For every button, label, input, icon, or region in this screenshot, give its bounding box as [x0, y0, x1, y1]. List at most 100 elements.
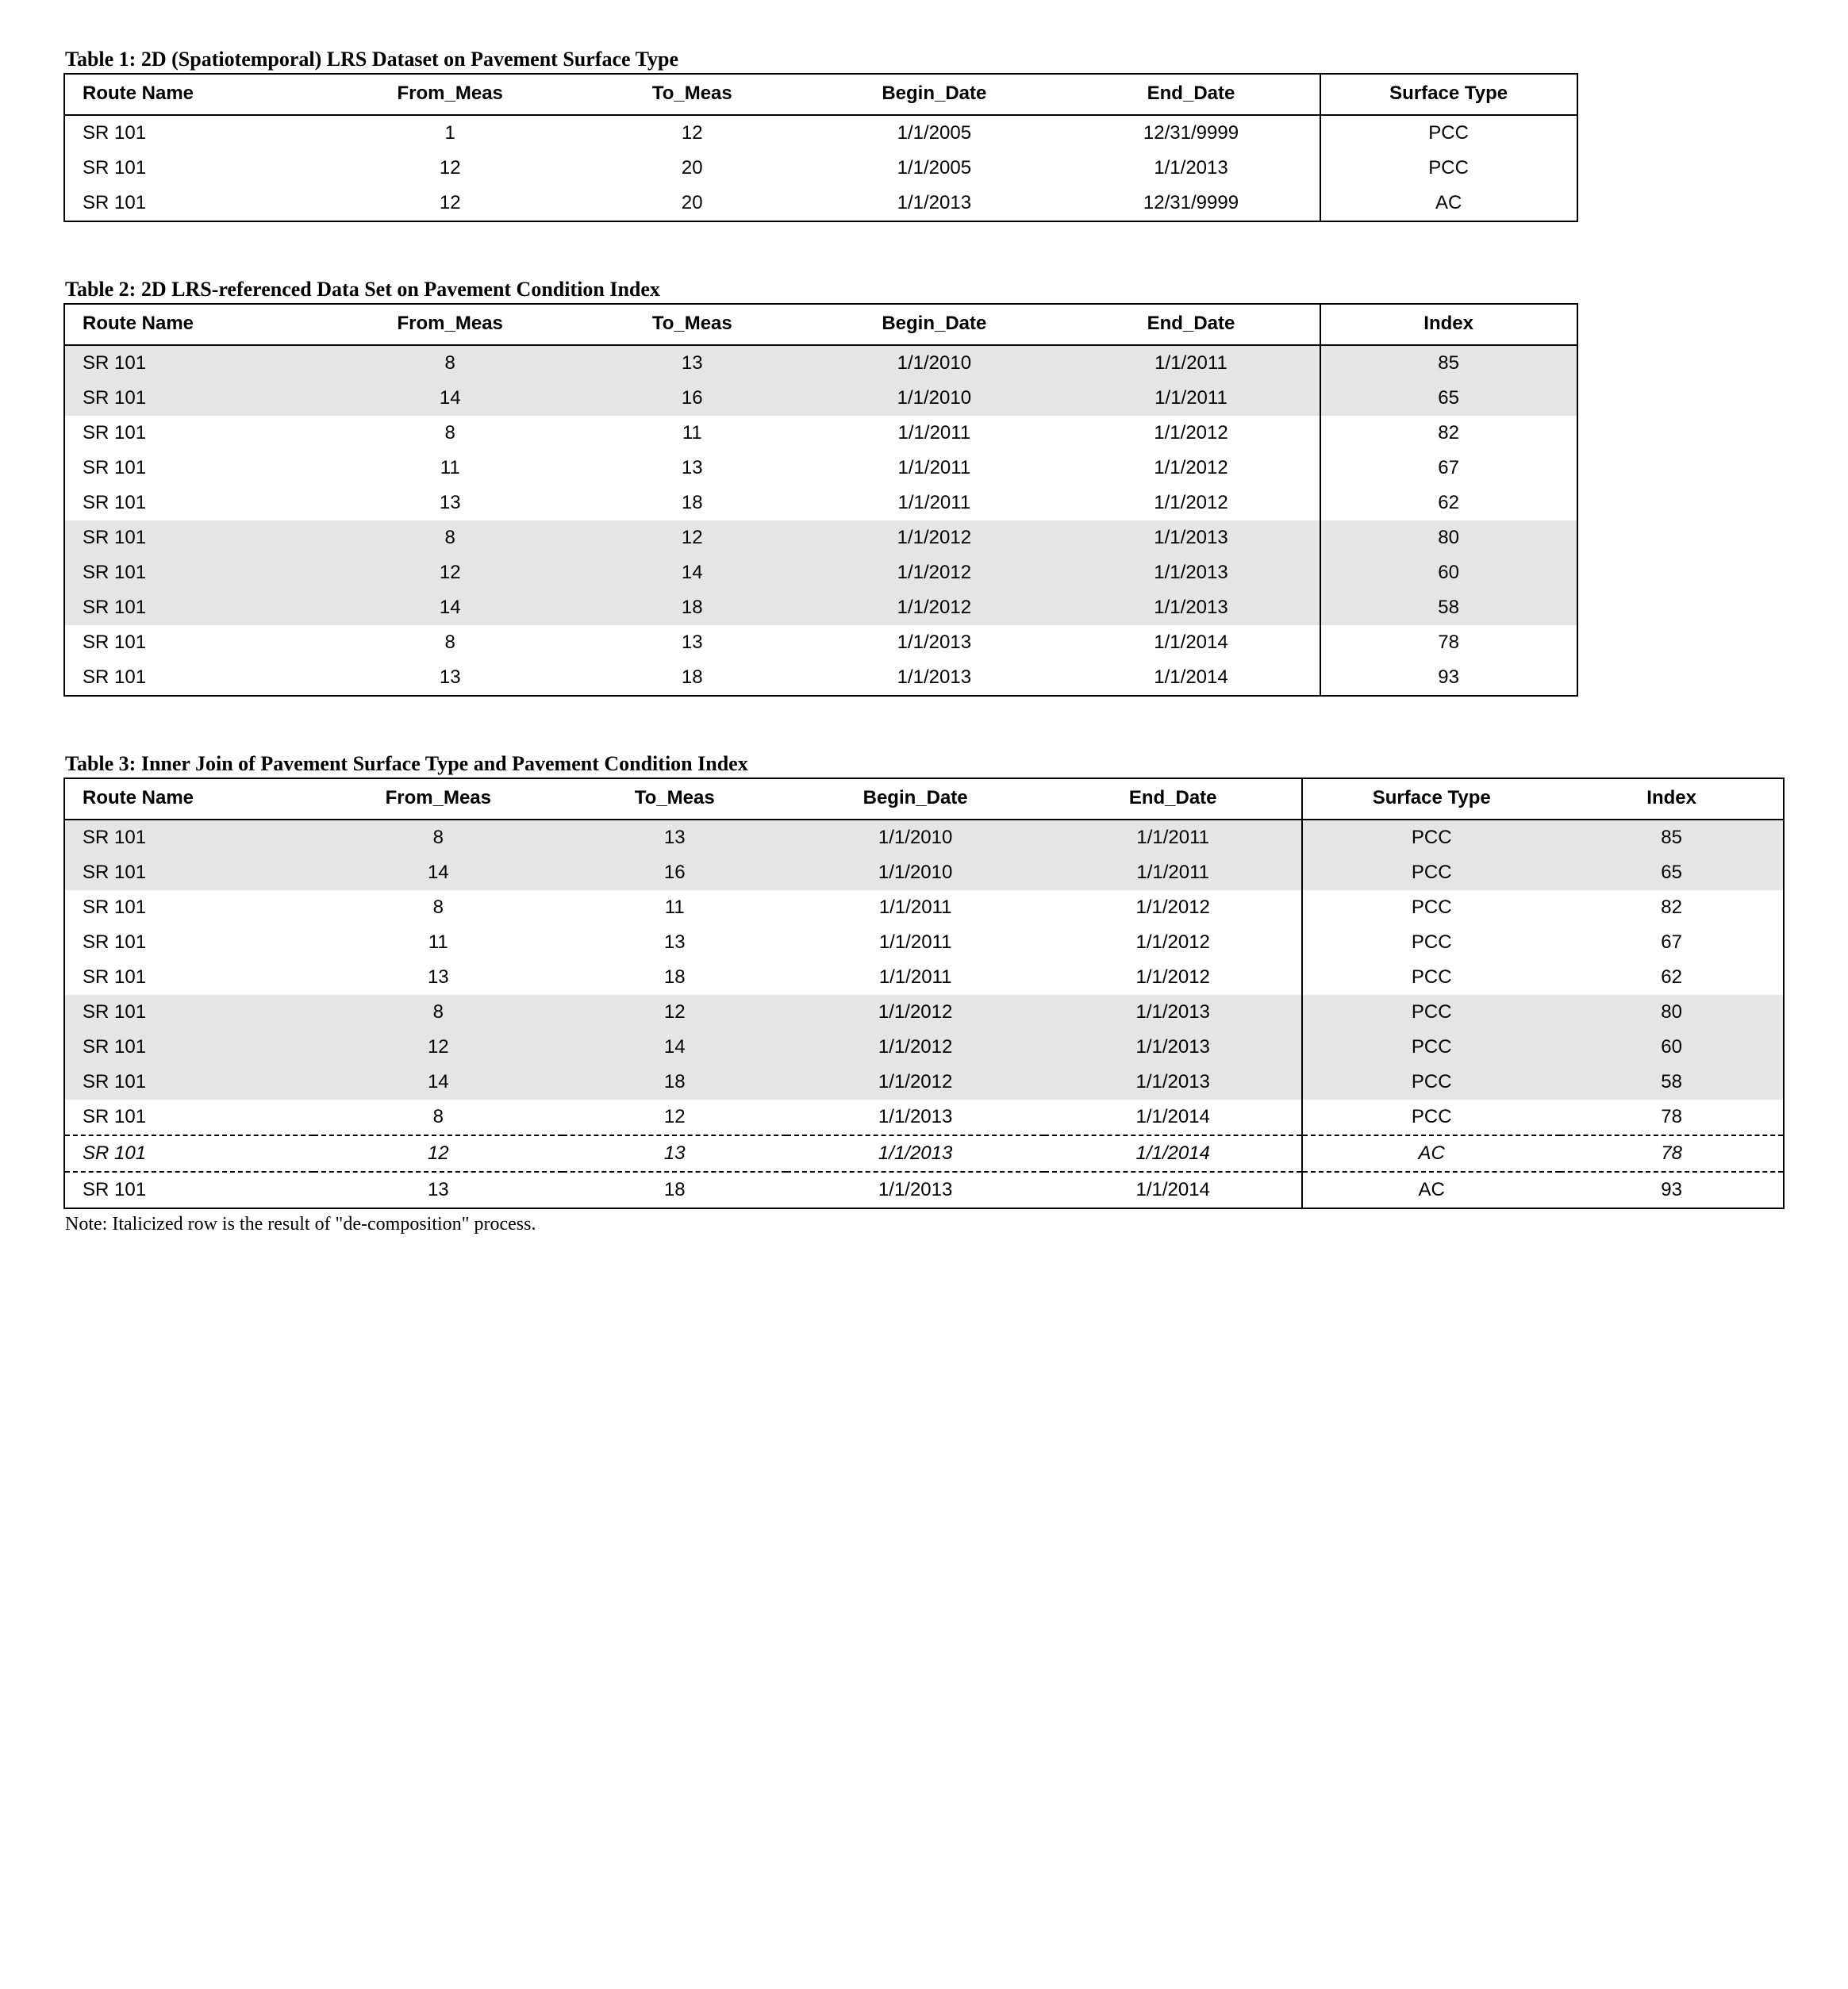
cell: 67: [1560, 925, 1784, 960]
cell: 8: [313, 995, 563, 1030]
cell: PCC: [1302, 890, 1560, 925]
cell: 18: [563, 960, 786, 995]
cell: 1: [321, 115, 578, 151]
cell: 18: [563, 1065, 786, 1100]
table2-block: Table 2: 2D LRS-referenced Data Set on P…: [63, 278, 1785, 697]
cell: SR 101: [64, 1065, 313, 1100]
cell: SR 101: [64, 1030, 313, 1065]
table3: Route Name From_Meas To_Meas Begin_Date …: [63, 778, 1785, 1209]
cell: 1/1/2005: [805, 115, 1062, 151]
cell: 1/1/2005: [805, 151, 1062, 186]
col-end: End_Date: [1044, 778, 1302, 820]
cell: 12/31/9999: [1062, 115, 1320, 151]
cell: 11: [563, 890, 786, 925]
col-from: From_Meas: [313, 778, 563, 820]
cell: 8: [321, 416, 578, 451]
table-row: SR 10111131/1/20111/1/201267: [64, 451, 1577, 486]
col-route: Route Name: [64, 74, 321, 115]
cell: SR 101: [64, 381, 321, 416]
cell: AC: [1302, 1172, 1560, 1208]
cell: 1/1/2014: [1062, 660, 1320, 696]
cell: 78: [1560, 1100, 1784, 1135]
table-row: SR 10113181/1/20131/1/201493: [64, 660, 1577, 696]
cell: 18: [578, 590, 805, 625]
cell: 11: [321, 451, 578, 486]
cell: 12: [563, 995, 786, 1030]
cell: SR 101: [64, 890, 313, 925]
cell: SR 101: [64, 416, 321, 451]
table1: Route Name From_Meas To_Meas Begin_Date …: [63, 73, 1578, 222]
cell: SR 101: [64, 660, 321, 696]
cell: 12: [321, 186, 578, 221]
cell: 1/1/2013: [805, 625, 1062, 660]
cell: 1/1/2012: [1044, 960, 1302, 995]
cell: 1/1/2011: [786, 890, 1044, 925]
cell: SR 101: [64, 151, 321, 186]
cell: 8: [321, 625, 578, 660]
cell: 1/1/2012: [1062, 416, 1320, 451]
col-to: To_Meas: [578, 74, 805, 115]
table-row: SR 10114181/1/20121/1/2013PCC58: [64, 1065, 1784, 1100]
cell: 18: [578, 486, 805, 520]
cell: 13: [313, 1172, 563, 1208]
cell: 18: [563, 1172, 786, 1208]
cell: 85: [1560, 820, 1784, 855]
cell: 1/1/2012: [805, 555, 1062, 590]
table-row: SR 10113181/1/20111/1/2012PCC62: [64, 960, 1784, 995]
cell: SR 101: [64, 1135, 313, 1172]
cell: 1/1/2011: [1062, 345, 1320, 381]
cell: 1/1/2011: [805, 416, 1062, 451]
col-index: Index: [1320, 304, 1577, 345]
cell: 62: [1560, 960, 1784, 995]
cell: 13: [578, 451, 805, 486]
cell: 1/1/2014: [1044, 1100, 1302, 1135]
cell: 1/1/2011: [805, 486, 1062, 520]
cell: 1/1/2013: [1062, 590, 1320, 625]
table3-caption: Table 3: Inner Join of Pavement Surface …: [63, 752, 1785, 776]
cell: 1/1/2013: [1062, 151, 1320, 186]
cell: SR 101: [64, 115, 321, 151]
table2-caption: Table 2: 2D LRS-referenced Data Set on P…: [63, 278, 1785, 301]
cell: 14: [578, 555, 805, 590]
cell: 14: [313, 855, 563, 890]
table-row: SR 1018131/1/20101/1/2011PCC85: [64, 820, 1784, 855]
cell: 11: [578, 416, 805, 451]
table1-caption: Table 1: 2D (Spatiotemporal) LRS Dataset…: [63, 48, 1785, 71]
table3-block: Table 3: Inner Join of Pavement Surface …: [63, 752, 1785, 1235]
cell: PCC: [1302, 820, 1560, 855]
cell: 1/1/2013: [1062, 555, 1320, 590]
cell: 1/1/2010: [805, 345, 1062, 381]
cell: 20: [578, 186, 805, 221]
col-from: From_Meas: [321, 304, 578, 345]
cell: 13: [578, 345, 805, 381]
cell: 8: [321, 345, 578, 381]
col-begin: Begin_Date: [786, 778, 1044, 820]
cell: 65: [1560, 855, 1784, 890]
cell: 14: [321, 381, 578, 416]
table-row: SR 1018131/1/20131/1/201478: [64, 625, 1577, 660]
cell: 8: [313, 820, 563, 855]
cell: 78: [1560, 1135, 1784, 1172]
cell: PCC: [1302, 855, 1560, 890]
cell: 16: [578, 381, 805, 416]
cell: 1/1/2012: [786, 995, 1044, 1030]
table-row: SR 10114161/1/20101/1/201165: [64, 381, 1577, 416]
table-row: SR 10113181/1/20111/1/201262: [64, 486, 1577, 520]
cell: 1/1/2012: [786, 1065, 1044, 1100]
cell: PCC: [1302, 1100, 1560, 1135]
cell: 62: [1320, 486, 1577, 520]
cell: 1/1/2013: [786, 1135, 1044, 1172]
cell: PCC: [1320, 151, 1577, 186]
col-end: End_Date: [1062, 304, 1320, 345]
cell: 80: [1560, 995, 1784, 1030]
col-surface: Surface Type: [1320, 74, 1577, 115]
cell: PCC: [1302, 925, 1560, 960]
col-surface: Surface Type: [1302, 778, 1560, 820]
cell: 18: [578, 660, 805, 696]
cell: 13: [563, 1135, 786, 1172]
cell: SR 101: [64, 345, 321, 381]
cell: 1/1/2011: [786, 960, 1044, 995]
cell: SR 101: [64, 995, 313, 1030]
cell: PCC: [1302, 1030, 1560, 1065]
cell: 13: [563, 925, 786, 960]
